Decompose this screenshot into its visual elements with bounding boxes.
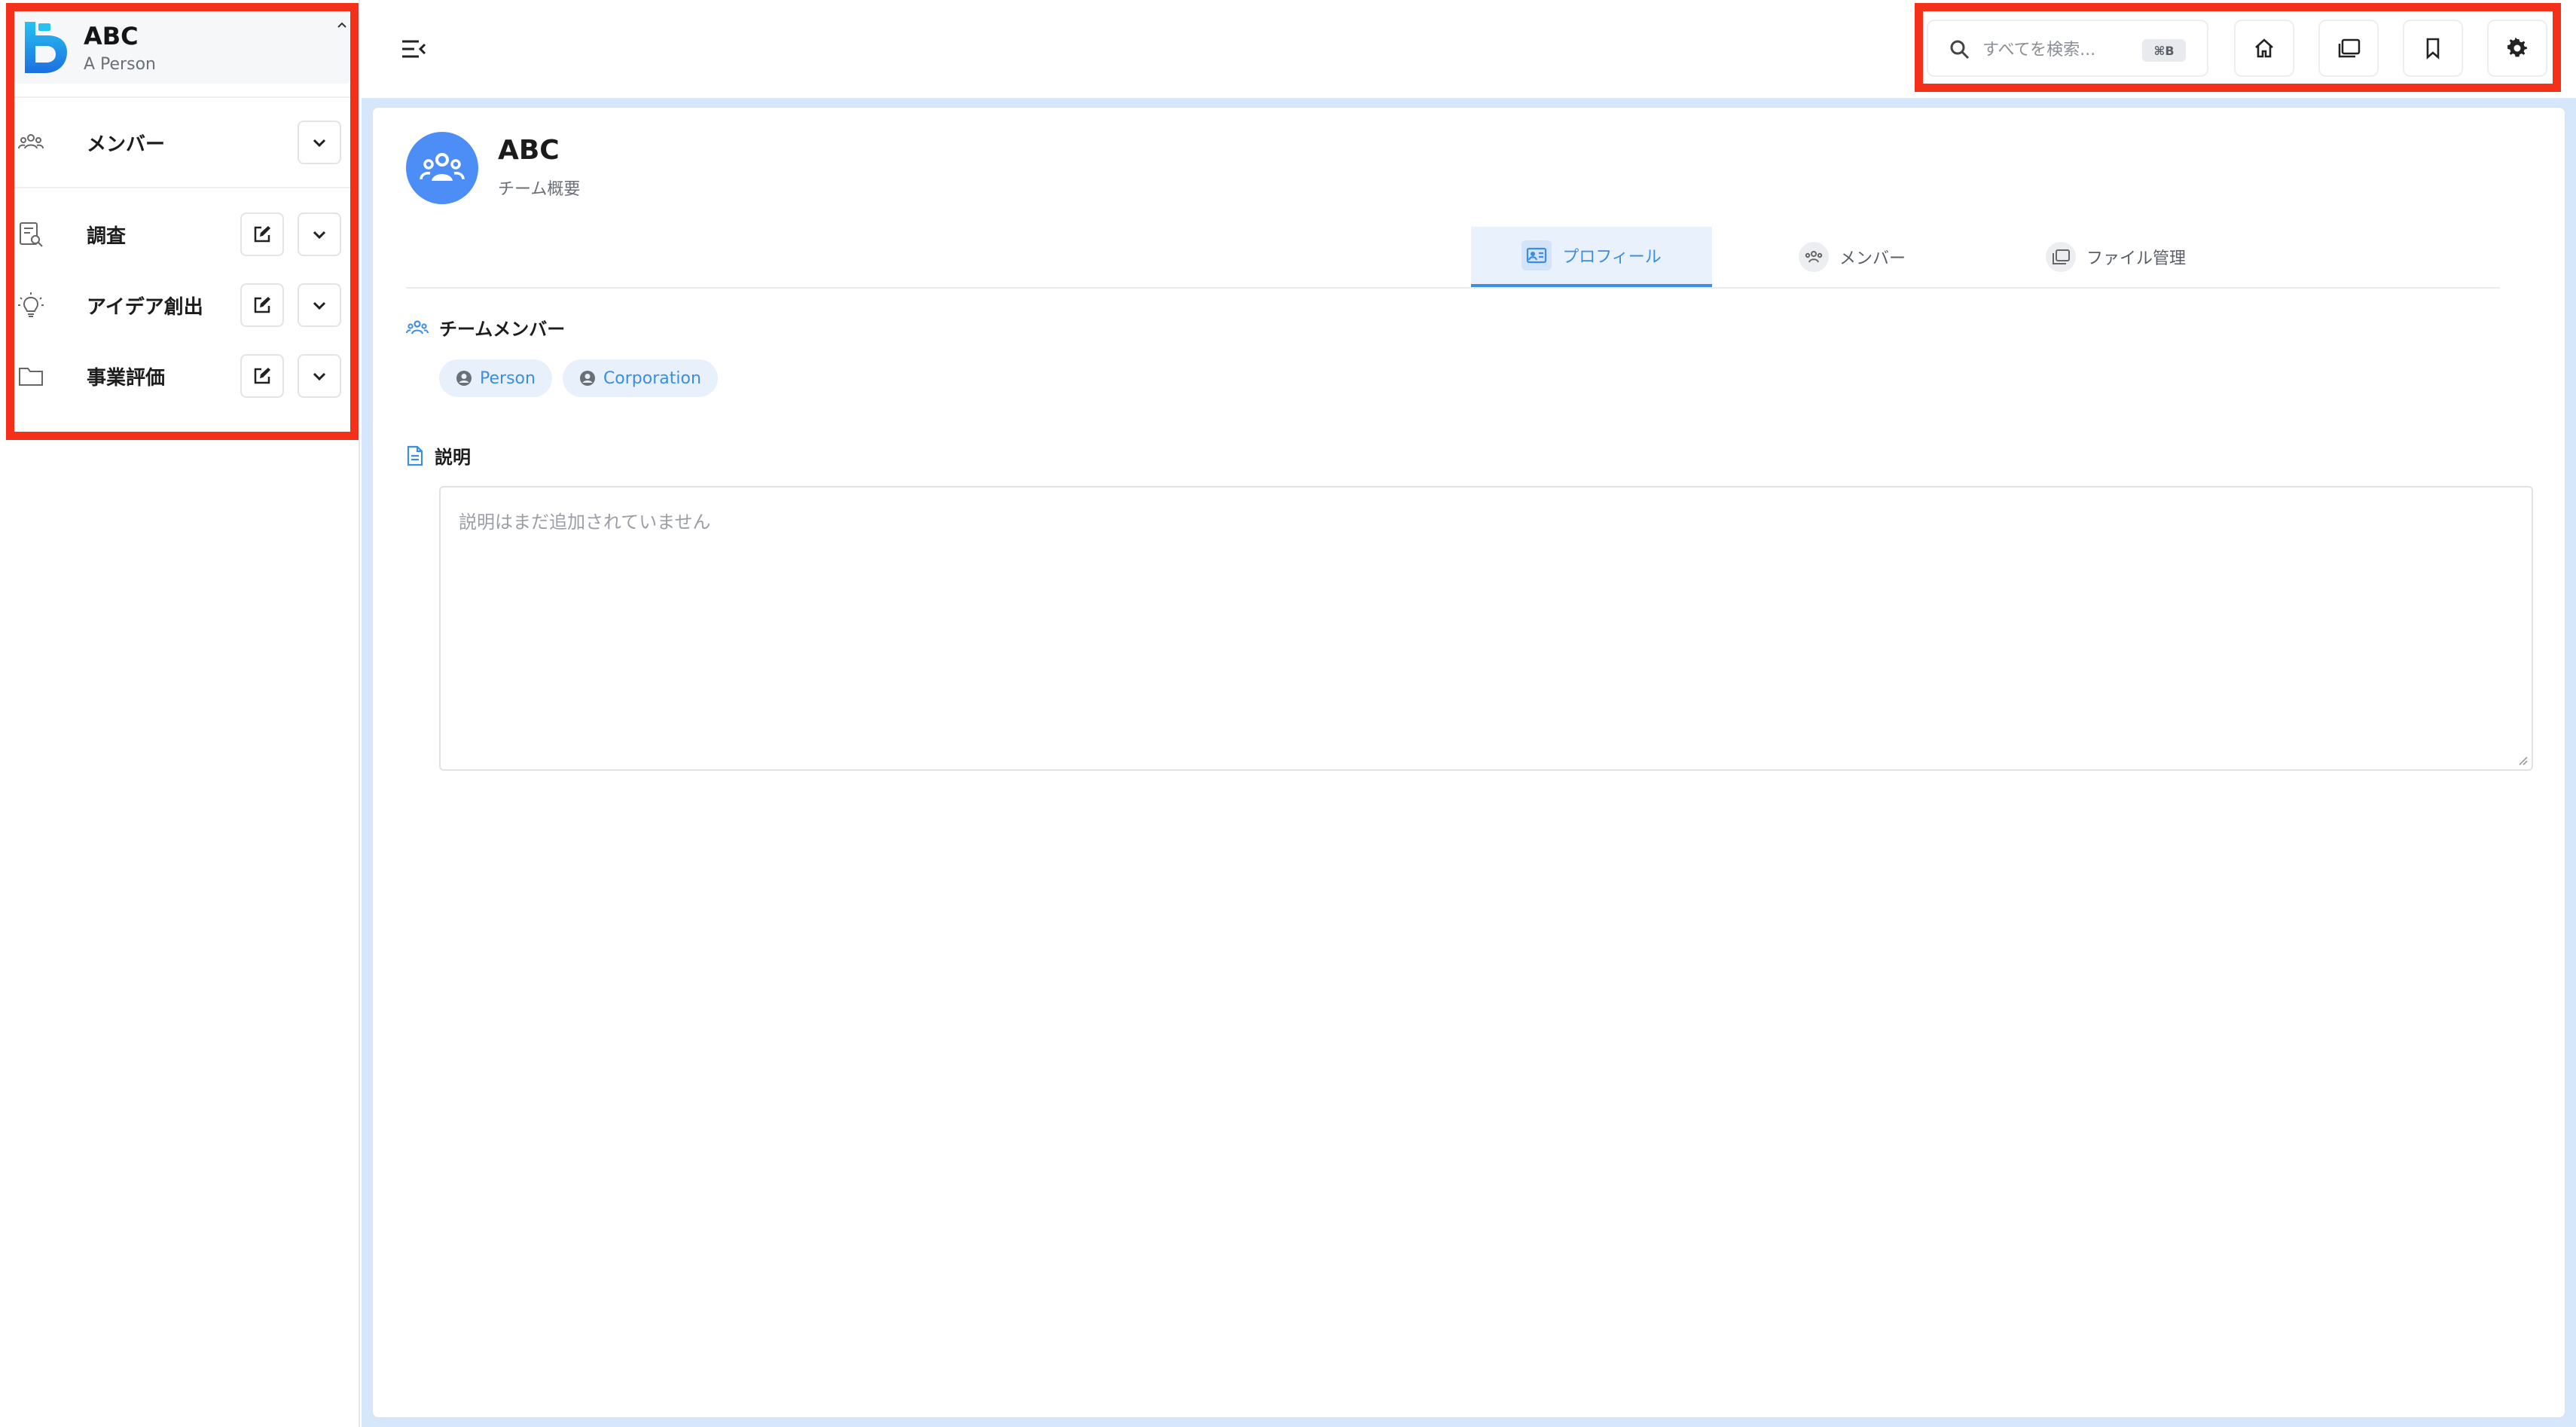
chevron-down-icon [313, 372, 326, 381]
team-avatar [406, 132, 478, 204]
menu-collapse-button[interactable] [395, 30, 432, 68]
edit-button[interactable] [240, 354, 284, 398]
edit-icon [254, 226, 270, 243]
description-textarea[interactable]: 説明はまだ追加されていません [439, 486, 2533, 771]
tab-profile[interactable]: プロフィール [1471, 227, 1712, 287]
chevron-up-icon[interactable] [329, 13, 355, 38]
search-shortcut-badge: ⌘B [2142, 39, 2186, 62]
edit-icon [254, 368, 270, 384]
chevron-down-icon [313, 301, 326, 310]
top-bar: ⌘B [362, 0, 2576, 98]
tab-label: プロフィール [1562, 248, 1662, 267]
workspace-header[interactable]: ABC A Person [14, 11, 350, 84]
resize-handle-icon[interactable] [2515, 753, 2529, 766]
bookmark-icon [2426, 38, 2440, 60]
section-title: チームメンバー [439, 319, 566, 340]
team-icon [406, 319, 429, 334]
members-section-heading: チームメンバー [406, 314, 565, 341]
expand-button[interactable] [298, 212, 341, 256]
lightbulb-icon [18, 292, 44, 317]
member-chip[interactable]: Person [439, 359, 552, 397]
files-icon [2338, 38, 2361, 58]
search-icon [1950, 40, 1970, 60]
tab-members[interactable]: メンバー [1739, 227, 1965, 287]
tab-label: ファイル管理 [2086, 249, 2186, 268]
tab-bar: プロフィール メンバー ファイル管理 [406, 227, 2500, 289]
search-input[interactable] [1982, 35, 2141, 65]
expand-button[interactable] [298, 354, 341, 398]
id-card-icon [1521, 240, 1552, 270]
page-title: ABC [498, 135, 560, 166]
sidebar: ABC A Person メンバー 調査 アイデア創出 事業評価 [0, 0, 360, 1427]
tab-file-management[interactable]: ファイル管理 [1988, 227, 2244, 287]
edit-button[interactable] [240, 283, 284, 327]
tab-label: メンバー [1839, 249, 1906, 268]
team-icon [18, 134, 44, 149]
member-chip[interactable]: Corporation [562, 359, 718, 397]
edit-icon [254, 297, 270, 313]
chevron-down-icon [313, 231, 326, 240]
section-title: 説明 [435, 447, 471, 468]
settings-button[interactable] [2487, 20, 2547, 77]
sidebar-item-research[interactable]: 調査 [14, 208, 350, 261]
edit-button[interactable] [240, 212, 284, 256]
app-window: ABC A Person メンバー 調査 アイデア創出 事業評価 すべてを検索.… [0, 0, 2576, 1427]
research-icon [20, 222, 43, 247]
gear-icon [2507, 37, 2527, 57]
sidebar-item-label: 調査 [87, 225, 127, 248]
sidebar-item-label: アイデア創出 [87, 296, 203, 319]
sidebar-item-business-evaluation[interactable]: 事業評価 [14, 350, 350, 402]
menu-collapse-icon [402, 40, 426, 58]
team-icon [420, 153, 465, 181]
home-button[interactable] [2234, 20, 2294, 77]
expand-button[interactable] [298, 283, 341, 327]
brand-logo-icon [25, 22, 67, 73]
team-overview-card: ABC チーム概要 プロフィール メンバー ファイル管理 チームメンバー Per… [372, 107, 2565, 1418]
expand-button[interactable] [298, 121, 341, 164]
divider [14, 187, 350, 188]
bookmark-button[interactable] [2403, 20, 2463, 77]
description-placeholder: 説明はまだ追加されていません [459, 512, 711, 533]
description-section-heading: 説明 [406, 442, 471, 469]
user-circle-icon [456, 371, 472, 386]
team-icon [1798, 242, 1829, 272]
sidebar-item-label: 事業評価 [87, 367, 166, 390]
sidebar-item-label: メンバー [87, 133, 166, 156]
chevron-down-icon [313, 139, 326, 148]
files-icon [2045, 242, 2076, 272]
member-chips: Person Corporation [439, 359, 718, 397]
folder-icon [19, 368, 43, 386]
search-box[interactable]: ⌘B [1927, 20, 2208, 77]
divider [14, 96, 350, 98]
files-button[interactable] [2318, 20, 2379, 77]
workspace-title: ABC [84, 22, 139, 50]
chip-label: Person [480, 368, 536, 388]
sidebar-item-members[interactable]: メンバー [14, 116, 350, 169]
page-subtitle: チーム概要 [498, 180, 581, 199]
document-icon [407, 445, 423, 466]
chip-label: Corporation [603, 368, 701, 388]
user-circle-icon [579, 371, 595, 386]
home-icon [2255, 38, 2273, 58]
sidebar-item-ideation[interactable]: アイデア創出 [14, 279, 350, 332]
workspace-subtitle: A Person [84, 55, 156, 74]
